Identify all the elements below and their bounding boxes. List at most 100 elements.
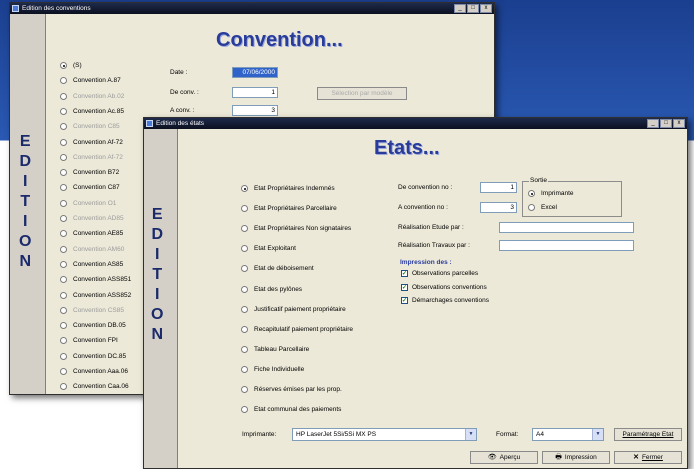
conventions-titlebar[interactable]: Edition des conventions _ □ x [10,3,494,14]
checkbox-icon[interactable]: ✓ [401,283,408,291]
impression-checkbox-item[interactable]: ✓ Observations parcelles [401,270,478,277]
convention-radio-item[interactable]: Convention DB.05 [60,322,126,330]
radio-icon[interactable] [241,245,248,253]
radio-icon[interactable] [60,245,67,253]
convention-radio-item[interactable]: Convention FPI [60,337,118,345]
sortie-imprimante-option[interactable]: Imprimante [528,190,574,197]
format-select[interactable]: A4 ▼ [532,428,604,441]
convention-radio-item[interactable]: Convention Af-72 [60,138,123,146]
radio-icon[interactable] [241,285,248,293]
convention-radio-item[interactable]: Convention ASS851 [60,276,131,284]
radio-icon[interactable] [60,352,67,360]
convention-radio-item[interactable]: Convention C87 [60,184,120,192]
radio-icon[interactable] [60,291,67,299]
radio-icon[interactable] [241,345,248,353]
radio-icon[interactable] [528,204,535,211]
etat-radio-item[interactable]: Fiche Individuelle [241,365,304,373]
radio-icon[interactable] [60,77,67,85]
convention-radio-item[interactable]: Convention DC.85 [60,352,126,360]
convention-radio-item[interactable]: Convention AS85 [60,260,123,268]
radio-icon[interactable] [60,215,67,222]
de-convention-field[interactable]: 1 [480,182,517,193]
radio-icon[interactable] [60,123,67,131]
radio-icon[interactable] [241,386,248,393]
chevron-down-icon[interactable]: ▼ [465,429,476,440]
radio-icon[interactable] [241,305,248,313]
radio-icon[interactable] [60,276,67,284]
etat-radio-item[interactable]: Etat Exploitant [241,245,296,253]
checkbox-icon[interactable]: ✓ [401,297,408,304]
etat-radio-item[interactable]: Etat communal des paiements [241,406,341,414]
select-model-button[interactable]: Sélection par modèle [317,87,407,100]
etat-radio-item[interactable]: Réserves émises par les prop. [241,386,342,393]
radio-icon[interactable] [60,260,67,268]
etat-radio-item[interactable]: Tableau Parcellaire [241,345,309,353]
a-conv-field[interactable]: 3 [232,105,278,116]
convention-radio-item[interactable]: Convention Caa.06 [60,383,129,391]
convention-radio-item[interactable]: (S) [60,62,82,69]
maximize-button[interactable]: □ [660,119,672,128]
radio-icon[interactable] [528,190,535,197]
convention-radio-item[interactable]: Convention B72 [60,169,119,177]
maximize-button[interactable]: □ [467,4,479,13]
convention-radio-item[interactable]: Convention CS85 [60,306,124,314]
impression-button[interactable]: 🖶 Impression [542,451,610,464]
radio-icon[interactable] [241,205,248,213]
radio-icon[interactable] [60,230,67,238]
etat-radio-item[interactable]: Etat Propriétaires Non signataires [241,225,351,233]
convention-radio-item[interactable]: Convention C85 [60,123,120,131]
close-button[interactable]: x [673,119,685,128]
etat-radio-item[interactable]: Etat Propriétaires Indemnés [241,185,335,192]
convention-radio-item[interactable]: Convention Ac.85 [60,107,124,115]
convention-radio-item[interactable]: Convention ASS852 [60,291,131,299]
radio-icon[interactable] [60,184,67,192]
convention-radio-item[interactable]: Convention A.87 [60,77,121,85]
de-conv-field[interactable]: 1 [232,87,278,98]
etat-radio-item[interactable]: Etat Propriétaires Parcellaire [241,205,337,213]
convention-radio-item[interactable]: Convention Af-72 [60,153,123,161]
etat-radio-item[interactable]: Etat des pylônes [241,285,302,293]
convention-radio-item[interactable]: Convention AD85 [60,215,124,222]
convention-radio-item[interactable]: Convention Ab.02 [60,92,124,100]
radio-icon[interactable] [60,107,67,115]
radio-icon[interactable] [60,138,67,146]
etat-radio-item[interactable]: Etat de déboisement [241,265,314,273]
impression-checkbox-item[interactable]: ✓ Observations conventions [401,283,487,291]
radio-icon[interactable] [60,153,67,161]
radio-icon[interactable] [241,185,248,192]
sortie-excel-option[interactable]: Excel [528,204,557,211]
a-convention-field[interactable]: 3 [480,202,517,213]
radio-icon[interactable] [241,265,248,273]
radio-icon[interactable] [60,337,67,345]
imprimante-select[interactable]: HP LaserJet 5Si/5Si MX PS ▼ [292,428,477,441]
etats-titlebar[interactable]: Edition des états _ □ x [144,118,687,129]
fermer-button[interactable]: ✕ Fermer [614,451,682,464]
radio-icon[interactable] [241,325,248,333]
convention-radio-item[interactable]: Convention Aaa.06 [60,368,128,375]
impression-checkbox-item[interactable]: ✓ Démarchages conventions [401,297,489,304]
radio-icon[interactable] [60,383,67,391]
parametrage-button[interactable]: Paramétrage Etat [614,428,682,441]
etat-radio-item[interactable]: Justificatif paiement propriétaire [241,305,346,313]
radio-icon[interactable] [60,368,67,375]
radio-icon[interactable] [60,92,67,100]
date-field[interactable]: 07/06/2000 [232,67,278,78]
chevron-down-icon[interactable]: ▼ [592,429,603,440]
radio-icon[interactable] [60,199,67,207]
etat-radio-item[interactable]: Recapitulatif paiement propriétaire [241,325,353,333]
minimize-button[interactable]: _ [647,119,659,128]
convention-radio-item[interactable]: Convention AE85 [60,230,123,238]
minimize-button[interactable]: _ [454,4,466,13]
radio-icon[interactable] [60,62,67,69]
realisation-travaux-field[interactable] [499,240,634,251]
radio-icon[interactable] [241,225,248,233]
realisation-etude-field[interactable] [499,222,634,233]
apercu-button[interactable]: 👁 Aperçu [470,451,538,464]
radio-icon[interactable] [60,306,67,314]
checkbox-icon[interactable]: ✓ [401,270,408,277]
convention-radio-item[interactable]: Convention O1 [60,199,116,207]
radio-icon[interactable] [241,406,248,414]
radio-icon[interactable] [241,365,248,373]
close-button[interactable]: x [480,4,492,13]
radio-icon[interactable] [60,322,67,330]
